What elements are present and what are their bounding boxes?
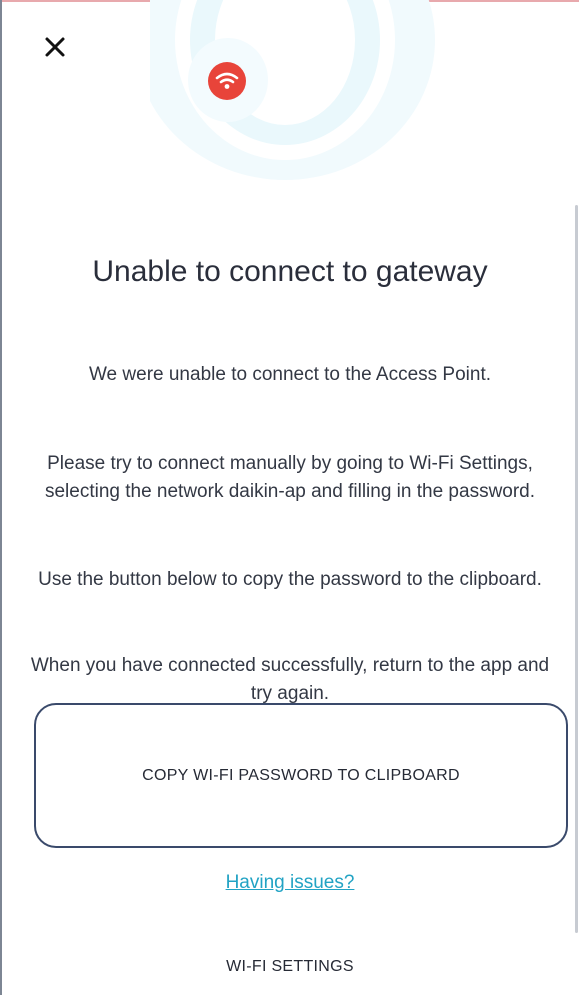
connection-illustration (150, 0, 435, 180)
retry-message: When you have connected successfully, re… (30, 655, 550, 704)
left-edge-line (0, 0, 2, 995)
wifi-icon (208, 62, 246, 100)
page-title: Unable to connect to gateway (92, 255, 488, 288)
having-issues-link[interactable]: Having issues? (150, 872, 430, 894)
copy-password-button[interactable]: COPY WI-FI PASSWORD TO CLIPBOARD (34, 703, 568, 848)
instruction-message: Please try to connect manually by going … (44, 453, 536, 502)
copy-hint-message: Use the button below to copy the passwor… (38, 569, 542, 590)
scrollbar[interactable] (575, 205, 578, 933)
close-icon (45, 37, 65, 57)
error-message: We were unable to connect to the Access … (88, 364, 492, 385)
close-button[interactable] (38, 30, 72, 64)
wifi-settings-button[interactable]: WI-FI SETTINGS (150, 958, 430, 976)
